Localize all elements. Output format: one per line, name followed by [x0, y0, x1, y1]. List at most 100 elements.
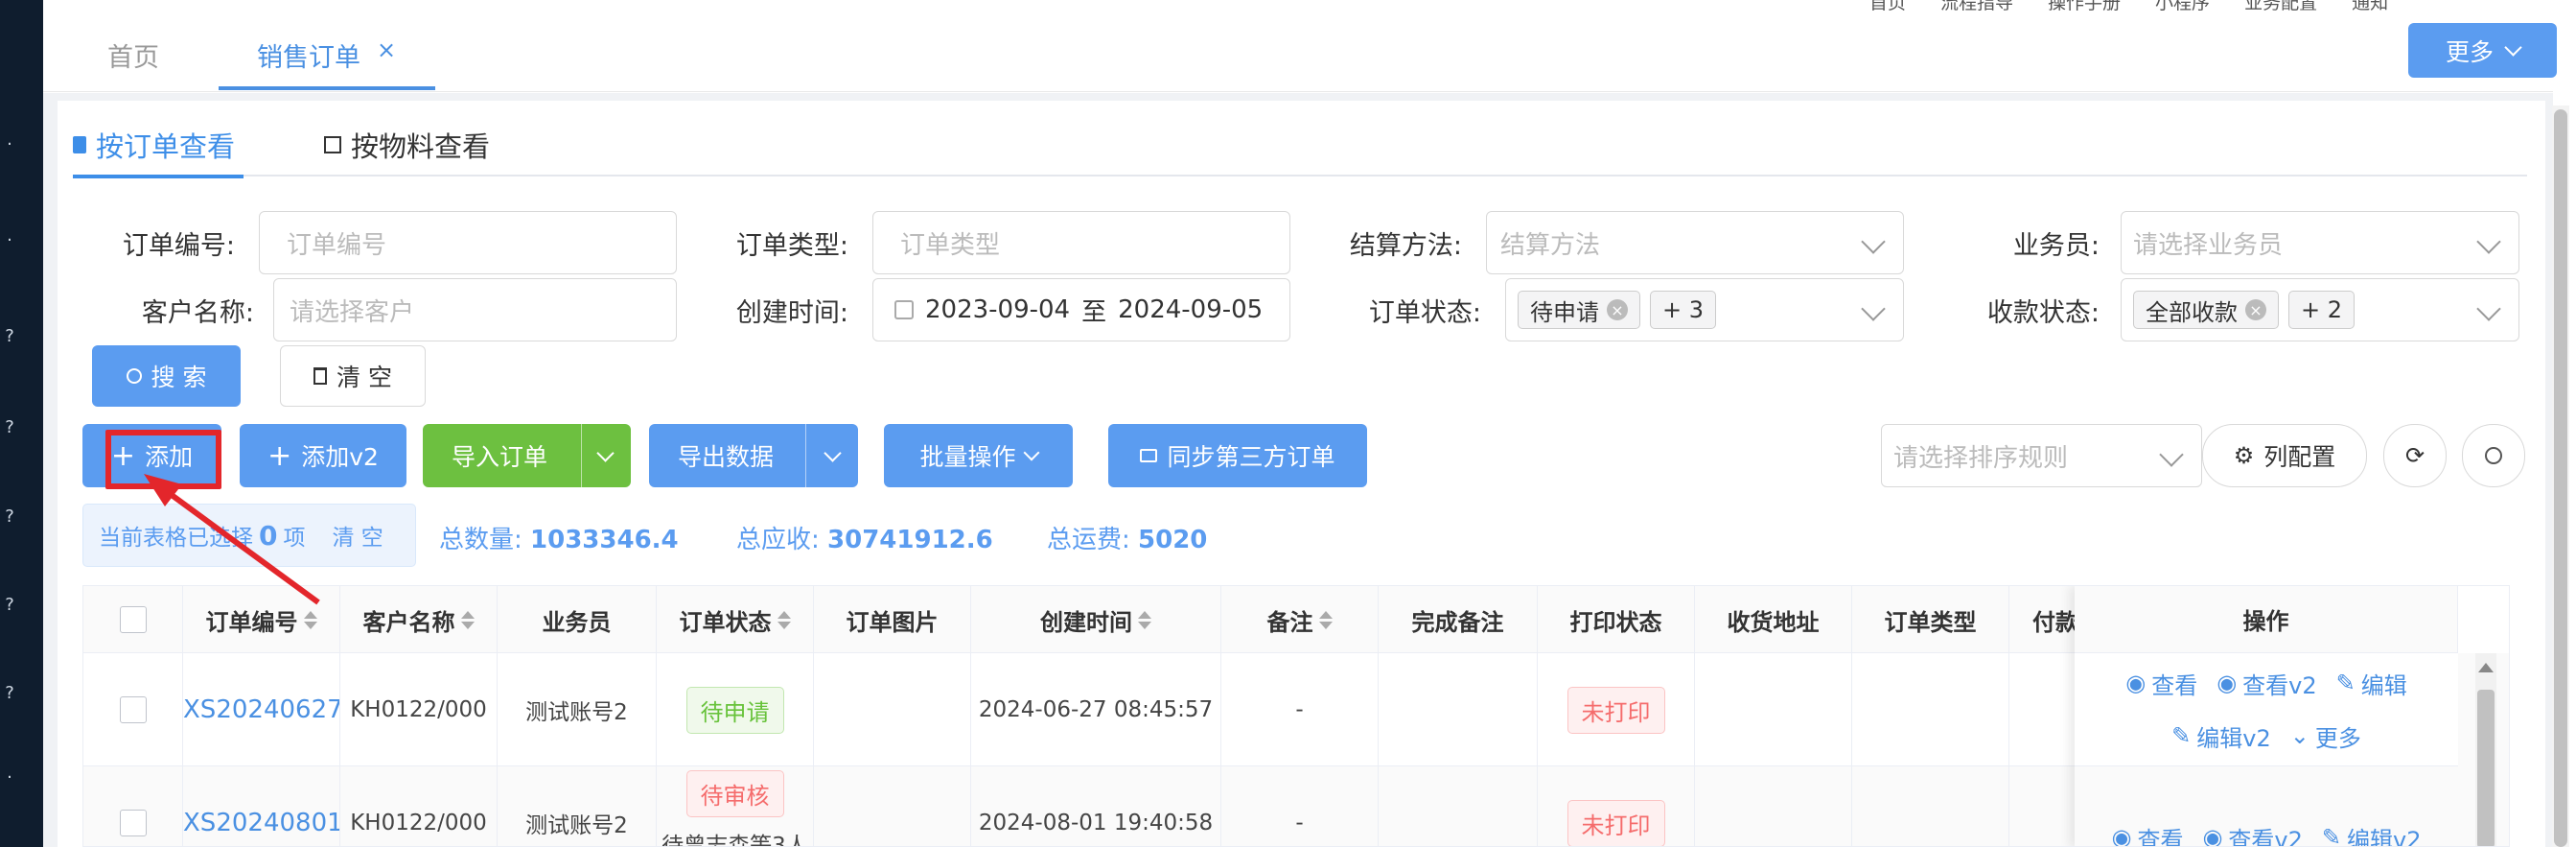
topnav-notify[interactable]: 通知 — [2352, 0, 2388, 13]
row-checkbox[interactable] — [119, 810, 147, 836]
sidebar-icon[interactable]: ? — [0, 683, 19, 703]
batch-ops-button[interactable]: 批量操作 — [884, 424, 1073, 487]
total-freight-label: 总运费: — [1047, 526, 1130, 554]
tab-by-order-label: 按订单查看 — [96, 130, 236, 163]
tab-sales-order[interactable]: 销售订单 — [257, 36, 360, 74]
edit-v2-link[interactable]: ✎ 编辑v2 — [2171, 719, 2271, 753]
edit-link[interactable]: ✎ 编辑 — [2336, 667, 2407, 700]
sort-rule-select[interactable]: 请选择排序规则 — [1881, 424, 2202, 487]
column-header-status[interactable]: 订单状态 — [657, 586, 814, 653]
topnav-manual[interactable]: 操作手册 — [2048, 0, 2121, 13]
sidebar-icon[interactable]: ? — [0, 417, 19, 437]
total-quantity-label: 总数量: — [439, 526, 522, 554]
chevron-down-icon[interactable] — [596, 444, 615, 462]
sort-icon[interactable] — [1138, 610, 1151, 629]
column-header-label: 业务员 — [542, 608, 612, 636]
row-checkbox[interactable] — [119, 696, 147, 723]
column-header-label: 创建时间 — [1040, 608, 1132, 636]
tab-by-material[interactable]: 按物料查看 — [324, 125, 490, 165]
salesman-select[interactable]: 请选择业务员 — [2121, 211, 2519, 274]
order-no-label: 订单编号: — [122, 231, 235, 261]
sidebar-icon[interactable]: ? — [0, 506, 19, 527]
selection-info: 当前表格已选择 0 项 清 空 — [82, 504, 416, 567]
chevron-down-icon — [1861, 229, 1886, 254]
add-v2-button[interactable]: + 添加v2 — [240, 424, 406, 487]
table-scrollbar-thumb[interactable] — [2477, 690, 2495, 846]
view-v2-link[interactable]: ◉ 查看v2 — [2216, 667, 2316, 700]
sync-third-party-button[interactable]: 同步第三方订单 — [1108, 424, 1367, 487]
column-header-image: 订单图片 — [814, 586, 971, 653]
sort-icon[interactable] — [777, 610, 791, 629]
status-cell: 待审核 待曾志森等3人 — [657, 766, 814, 847]
column-header-customer[interactable]: 客户名称 — [340, 586, 498, 653]
select-all-checkbox[interactable] — [119, 606, 147, 633]
status-note: 待曾志森等3人 — [661, 834, 808, 847]
selection-count: 0 — [259, 519, 278, 552]
order-no-link[interactable]: XS20240627 — [183, 653, 340, 766]
tag-close-icon[interactable]: × — [1607, 299, 1628, 320]
topnav-miniapp[interactable]: 小程序 — [2155, 0, 2210, 13]
customer-select[interactable]: 请选择客户 — [273, 278, 677, 341]
sidebar-icon[interactable]: ? — [0, 595, 19, 615]
edit-link-label: 编辑 — [2360, 671, 2407, 699]
pay-status-label: 收款状态: — [1986, 298, 2100, 328]
search-button[interactable]: 搜 索 — [92, 345, 241, 407]
sort-icon[interactable] — [460, 610, 475, 629]
clear-button[interactable]: 清 空 — [280, 345, 426, 407]
selection-suffix: 项 — [283, 526, 306, 551]
edit-v2-link-label: 编辑v2 — [2347, 826, 2422, 847]
topnav-config[interactable]: 业务配置 — [2244, 0, 2317, 13]
selection-clear-link[interactable]: 清 空 — [332, 519, 383, 552]
tab-home[interactable]: 首页 — [107, 36, 159, 74]
more-ops-link[interactable]: ⌄ 更多 — [2290, 719, 2361, 753]
sidebar-icon[interactable]: ? — [0, 326, 19, 346]
tag-close-icon[interactable]: × — [2245, 299, 2266, 320]
address-cell — [1695, 653, 1852, 766]
eye-icon: ◉ — [2125, 670, 2147, 696]
created-end: 2024-09-05 — [1118, 295, 1264, 324]
column-header-order-no[interactable]: 订单编号 — [183, 586, 340, 653]
chevron-down-icon — [2476, 229, 2501, 254]
sort-icon[interactable] — [303, 610, 317, 629]
search-toggle-button[interactable] — [2462, 424, 2525, 487]
column-header-label: 完成备注 — [1411, 608, 1504, 636]
page-scrollbar-thumb[interactable] — [2554, 109, 2567, 847]
edit-v2-link[interactable]: ✎ 编辑v2 — [2322, 795, 2422, 847]
order-type-input[interactable]: 订单类型 — [872, 211, 1290, 274]
sort-icon[interactable] — [1318, 610, 1333, 629]
tab-by-order[interactable]: 按订单查看 — [73, 125, 235, 165]
import-order-button[interactable]: 导入订单 — [423, 424, 631, 487]
search-icon — [126, 368, 142, 384]
created-time-range[interactable]: 2023-09-04 至 2024-09-05 — [872, 278, 1290, 341]
settle-method-select[interactable]: 结算方法 — [1486, 211, 1904, 274]
salesman-cell: 测试账号2 — [498, 766, 657, 846]
search-icon — [2485, 447, 2502, 464]
column-header-created[interactable]: 创建时间 — [971, 586, 1221, 653]
column-header-label: 付款 — [2032, 608, 2078, 636]
refresh-button[interactable]: ⟳ — [2383, 424, 2447, 487]
topnav-guide[interactable]: 流程指导 — [1940, 0, 2013, 13]
chevron-down-icon[interactable] — [824, 444, 842, 462]
scroll-up-arrow-icon[interactable] — [2478, 663, 2494, 672]
view-link[interactable]: ◉ 查看 — [2125, 667, 2197, 700]
pay-status-select[interactable]: 全部收款 × + 2 — [2121, 278, 2519, 341]
export-data-button[interactable]: 导出数据 — [649, 424, 858, 487]
row-checkbox-cell — [83, 766, 183, 846]
order-no-link[interactable]: XS20240801 — [183, 766, 340, 846]
column-header-remark[interactable]: 备注 — [1221, 586, 1379, 653]
column-config-button[interactable]: ⚙ 列配置 — [2202, 424, 2367, 487]
more-button[interactable]: 更多 — [2408, 23, 2557, 78]
salesman-cell: 测试账号2 — [498, 653, 657, 766]
edit-icon: ✎ — [2335, 670, 2356, 696]
created-time-label: 创建时间: — [735, 298, 848, 328]
column-header-address: 收货地址 — [1695, 586, 1852, 653]
status-cell: 待申请 — [657, 653, 814, 766]
topnav-home[interactable]: 首页 — [1869, 0, 1906, 13]
status-badge: 待申请 — [685, 686, 784, 734]
order-status-select[interactable]: 待申请 × + 3 — [1505, 278, 1904, 341]
view-v2-link[interactable]: ◉ 查看v2 — [2202, 795, 2302, 846]
order-no-input[interactable]: 订单编号 — [259, 211, 677, 274]
top-nav: 首页 流程指导 操作手册 小程序 业务配置 通知 — [1869, 0, 2423, 14]
close-icon[interactable]: × — [377, 36, 396, 63]
view-link[interactable]: ◉ 查看 — [2112, 795, 2184, 846]
